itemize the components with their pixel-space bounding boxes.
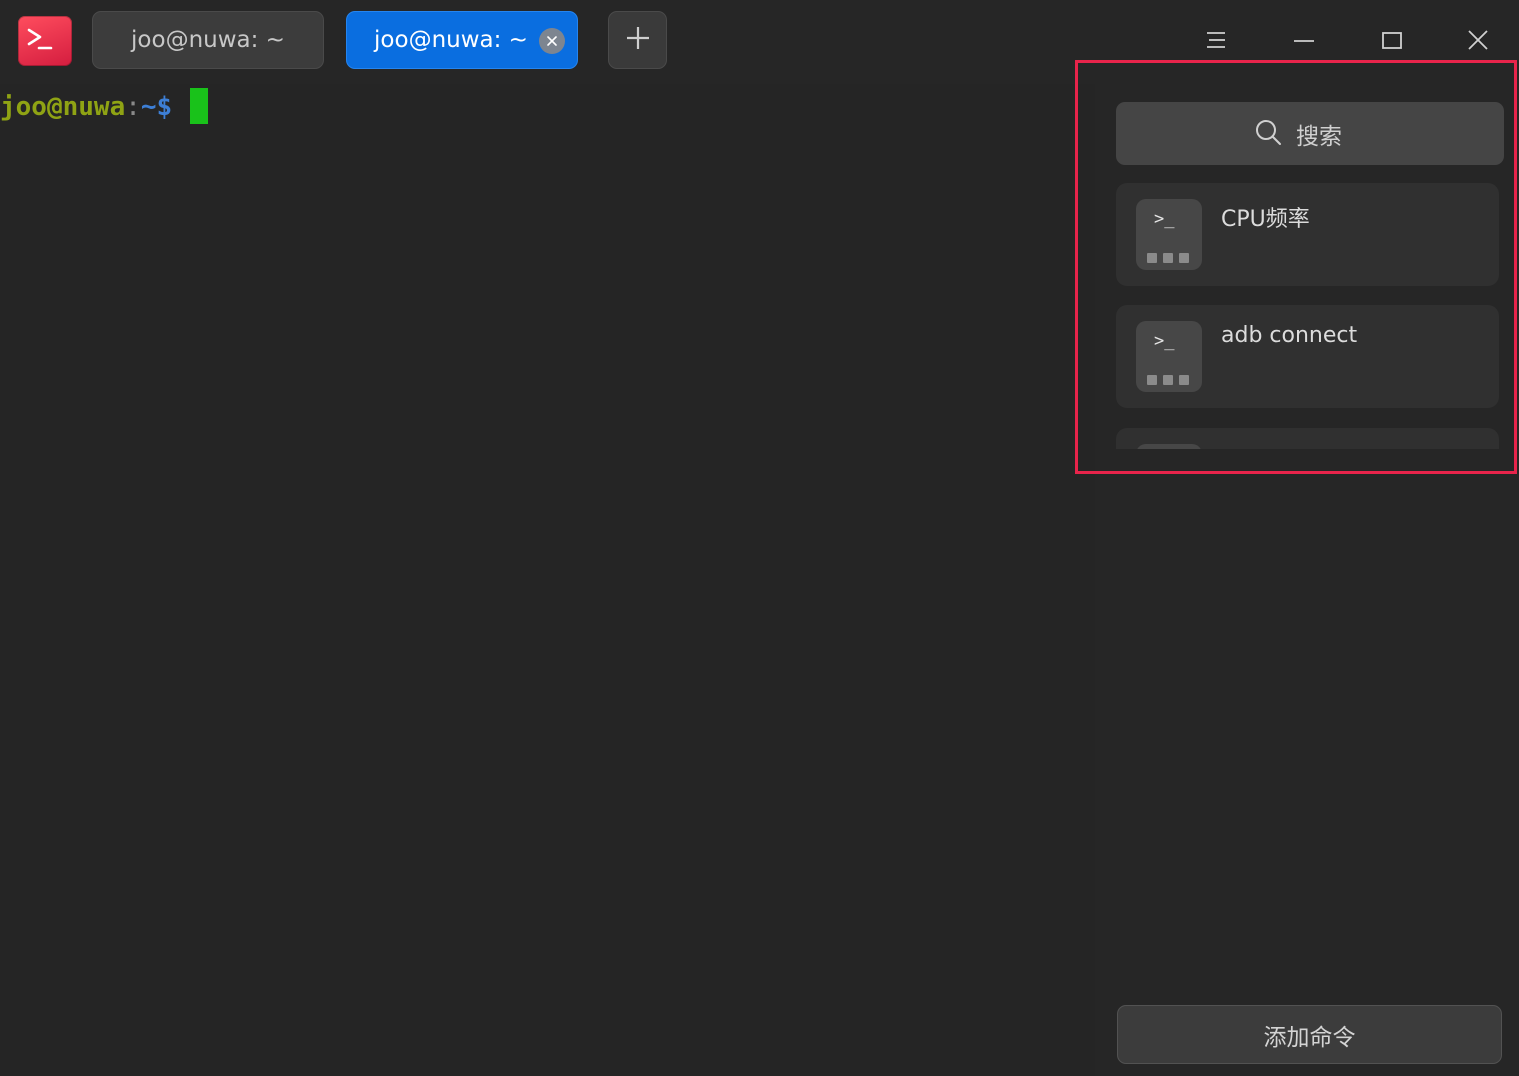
command-item-adb-connect[interactable]: >_ adb connect xyxy=(1116,305,1499,408)
add-command-button[interactable]: 添加命令 xyxy=(1117,1005,1502,1064)
search-icon xyxy=(1254,118,1282,150)
command-name: adb connect xyxy=(1221,323,1358,348)
command-search-box[interactable]: 搜索 xyxy=(1116,102,1504,165)
maximize-icon xyxy=(1381,29,1403,55)
prompt-colon: : xyxy=(125,92,141,122)
close-icon xyxy=(1466,28,1490,56)
command-icon: >_ xyxy=(1136,199,1202,270)
terminal-area[interactable]: joo@nuwa: ~ $ xyxy=(0,84,1095,1076)
menu-button[interactable] xyxy=(1194,20,1238,64)
prompt-user-host: joo@nuwa xyxy=(0,92,126,122)
hamburger-menu-icon xyxy=(1205,29,1227,55)
shell-prompt: joo@nuwa: ~ $ xyxy=(0,88,209,124)
maximize-button[interactable] xyxy=(1370,20,1414,64)
command-icon xyxy=(1136,444,1202,449)
title-bar: joo@nuwa: ~ joo@nuwa: ~ xyxy=(0,0,1519,84)
tab-terminal-1[interactable]: joo@nuwa: ~ xyxy=(92,11,324,69)
close-window-button[interactable] xyxy=(1456,20,1500,64)
tab-terminal-2-active[interactable]: joo@nuwa: ~ xyxy=(346,11,578,69)
tab-label: joo@nuwa: ~ xyxy=(374,27,528,53)
command-item-cpu-frequency[interactable]: >_ CPU频率 xyxy=(1116,183,1499,286)
command-list[interactable]: >_ CPU频率 >_ adb connect xyxy=(1116,183,1499,449)
prompt-dollar: $ xyxy=(156,92,173,122)
search-label: 搜索 xyxy=(1296,123,1342,150)
tab-label: joo@nuwa: ~ xyxy=(131,27,285,53)
plus-icon xyxy=(625,25,651,55)
prompt-path: ~ xyxy=(140,92,157,122)
command-name: CPU频率 xyxy=(1221,207,1310,232)
command-icon: >_ xyxy=(1136,321,1202,392)
tab-close-icon[interactable] xyxy=(539,28,565,54)
terminal-app-icon[interactable] xyxy=(18,16,72,66)
minimize-button[interactable] xyxy=(1282,20,1326,64)
command-item-partial[interactable] xyxy=(1116,428,1499,449)
terminal-cursor xyxy=(190,88,209,124)
new-tab-button[interactable] xyxy=(608,11,667,69)
minimize-icon xyxy=(1293,29,1315,55)
